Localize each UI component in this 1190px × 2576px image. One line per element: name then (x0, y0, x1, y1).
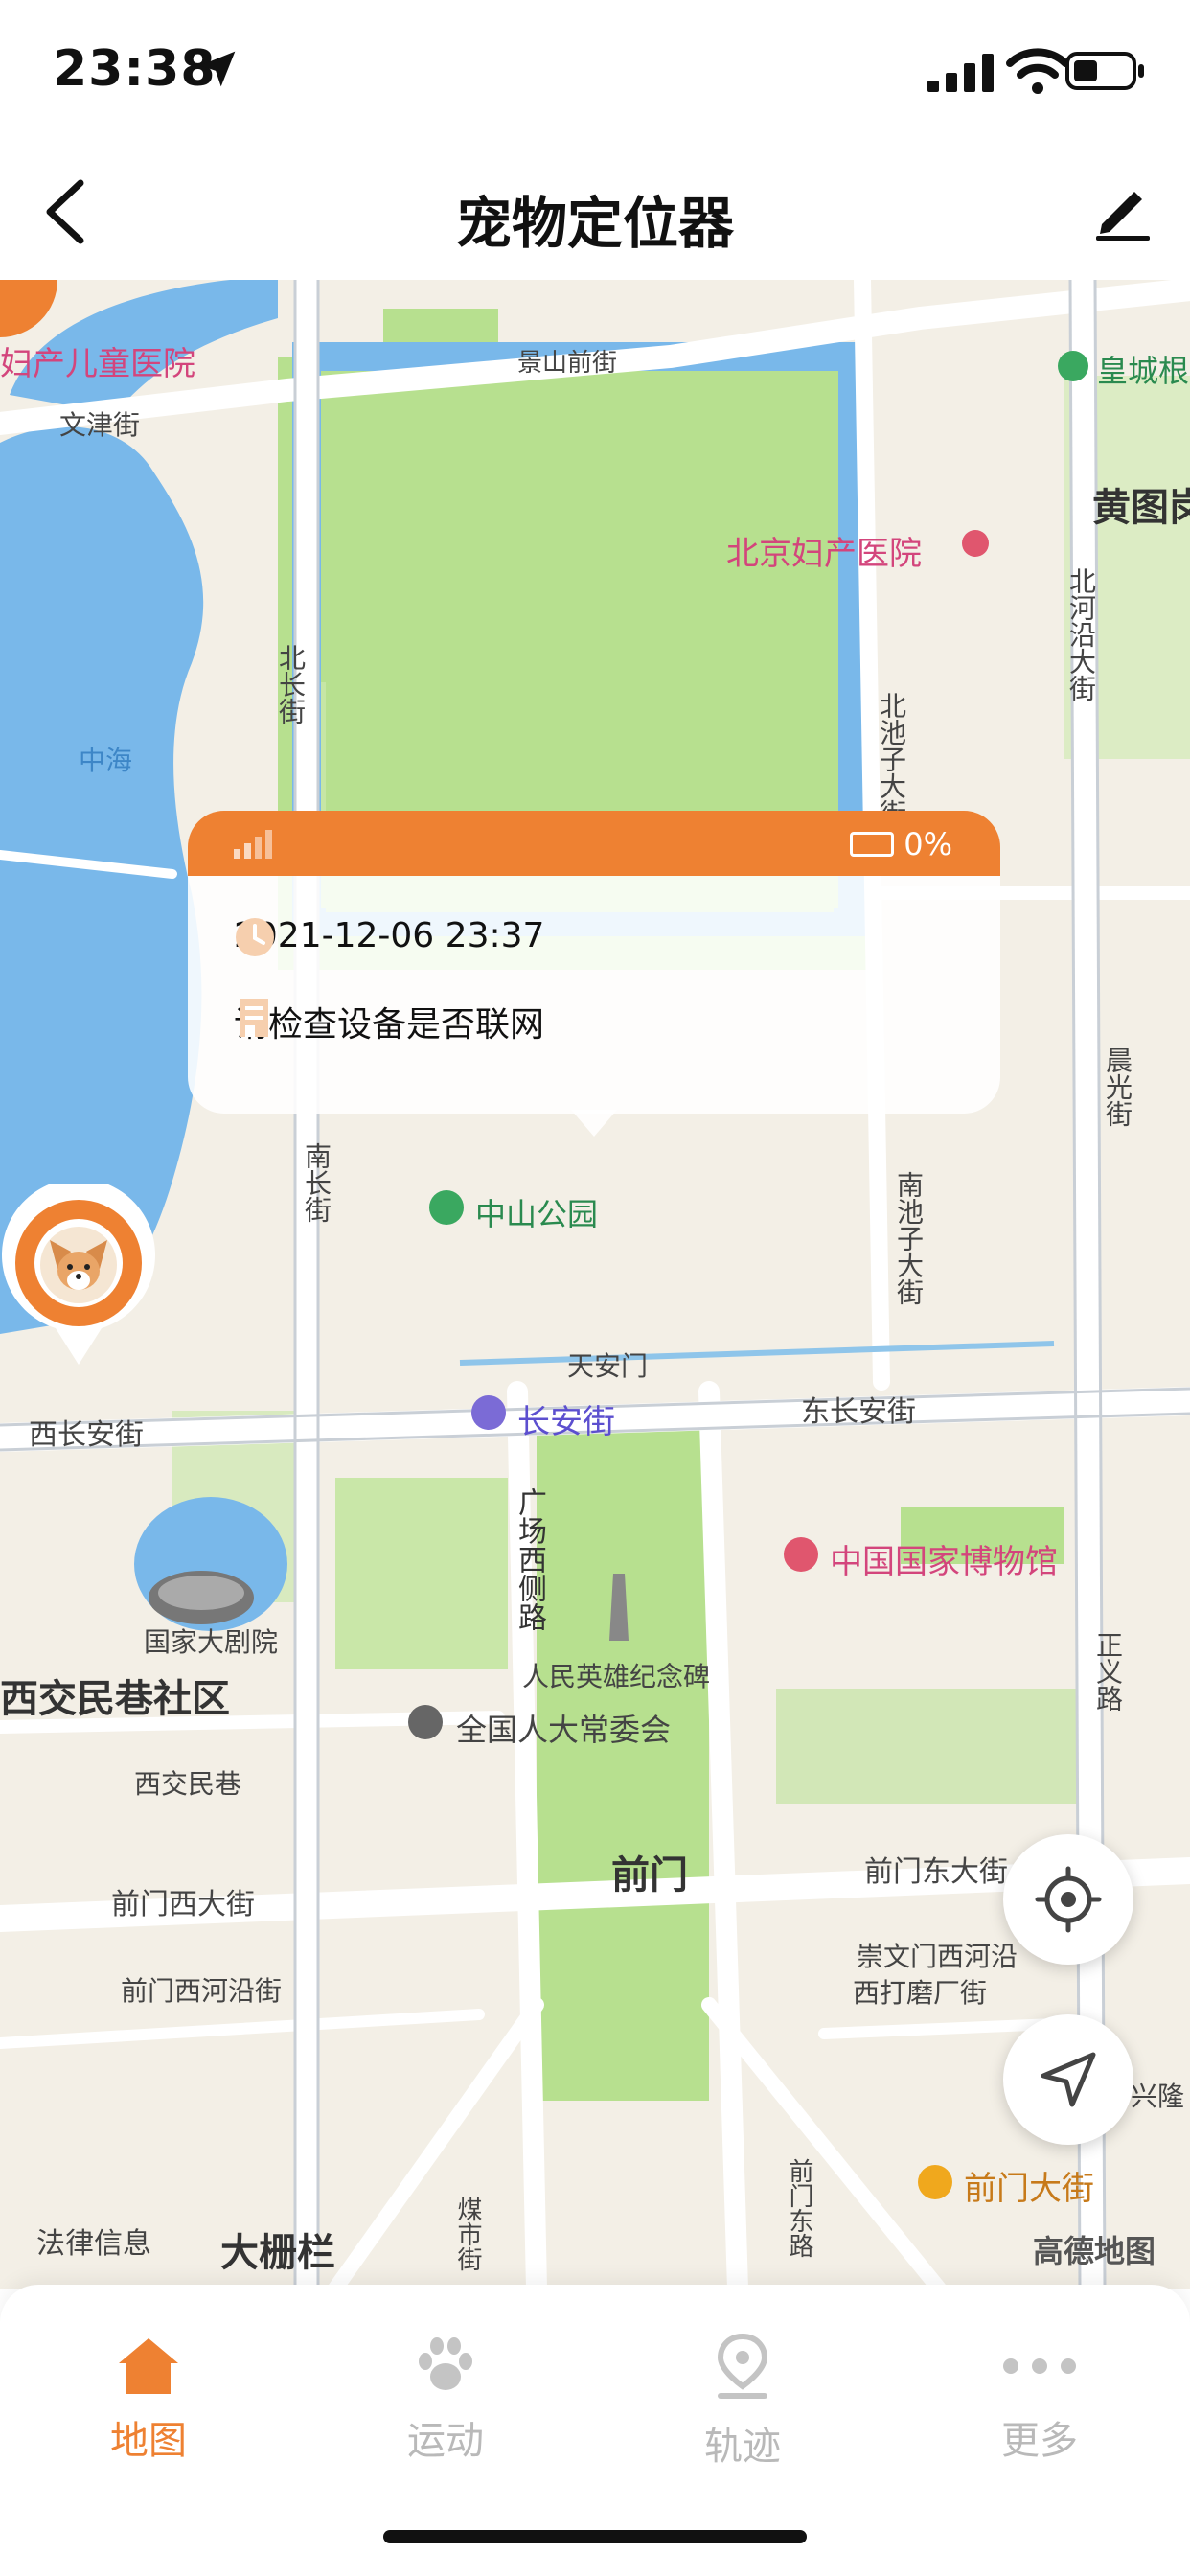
home-icon (119, 2338, 178, 2394)
map-label: 国家大剧院 (144, 1626, 279, 1658)
page-title: 宠物定位器 (455, 191, 734, 256)
map-label: 崇文门西河沿 (857, 1941, 1018, 1972)
device-status-message: 请检查设备是否联网 (234, 1005, 545, 1045)
map-label: 北京妇产医院 (726, 535, 922, 573)
signal-bars-icon (234, 830, 272, 859)
map-label: 全国人大常委会 (456, 1712, 672, 1748)
tab-activity[interactable]: 运动 (340, 2333, 551, 2465)
battery-percent: 0% (904, 826, 952, 862)
nav-bar: 宠物定位器 (0, 144, 1190, 280)
map-label: 晨光街 (1102, 1046, 1133, 1127)
cellular-signal-icon (927, 54, 994, 92)
home-indicator (383, 2530, 807, 2543)
tab-label: 更多 (1001, 2419, 1078, 2463)
clock-icon (236, 918, 274, 956)
map-label: 前门西大街 (111, 1888, 255, 1921)
tab-map[interactable]: 地图 (43, 2333, 254, 2465)
map-label: 妇产儿童医院 (0, 345, 195, 383)
tab-track[interactable]: 轨迹 (637, 2333, 848, 2471)
map-label: 北池子大街 (876, 692, 907, 826)
map-label: 景山前街 (517, 349, 618, 378)
crosshair-icon (1035, 1866, 1102, 1933)
map-view[interactable]: 妇产儿童医院 文津街 景山前街 皇城根 黄图岗 北京妇产医院 北长街 中海 北池… (0, 280, 1190, 2288)
building-icon (240, 999, 268, 1037)
device-battery-icon (850, 832, 895, 857)
battery-icon (1065, 52, 1144, 90)
map-label: 西交民巷 (134, 1768, 242, 1800)
wifi-icon (1006, 48, 1069, 94)
map-label: 南长街 (301, 1142, 332, 1223)
map-label: 前门大街 (964, 2170, 1094, 2208)
map-label: 西打磨厂街 (853, 1977, 988, 2009)
map-label: 西长安街 (29, 1418, 144, 1452)
map-label: 中山公园 (475, 1196, 599, 1232)
map-label: 天安门 (567, 1350, 649, 1382)
map-label: 西交民巷社区 (0, 1677, 230, 1721)
last-update-time: 2021-12-06 23:37 (234, 916, 545, 955)
status-row: 请检查设备是否联网 (234, 997, 544, 1046)
map-label: 正义路 (1092, 1631, 1124, 1712)
map-label: 人民英雄纪念碑 (522, 1661, 711, 1692)
popup-header: 0% (188, 811, 1000, 876)
tab-label: 地图 (110, 2419, 187, 2463)
more-dots-icon (1003, 2358, 1076, 2374)
map-label: 兴隆 (1131, 2081, 1185, 2112)
tab-label: 运动 (407, 2419, 484, 2463)
navigation-arrow-icon (1041, 2052, 1096, 2107)
map-label: 中海 (79, 745, 133, 776)
map-label: 前门东路 (785, 2158, 813, 2258)
map-label: 煤市街 (453, 2196, 482, 2271)
map-label: 广场西侧路 (513, 1487, 546, 1631)
location-arrow-icon (199, 51, 236, 87)
device-info-popup[interactable]: 0% 2021-12-06 23:37 请检查设备是否联网 (188, 811, 1000, 1137)
map-label: 大栅栏 (220, 2231, 335, 2275)
track-pin-icon (717, 2333, 768, 2399)
map-label: 前门 (611, 1853, 688, 1898)
map-label: 南池子大街 (893, 1171, 925, 1305)
popup-pointer (571, 1110, 617, 1137)
timestamp-row: 2021-12-06 23:37 (234, 916, 545, 956)
pet-location-marker[interactable] (0, 1184, 157, 1367)
map-label: 皇城根 (1097, 353, 1190, 389)
tab-label: 轨迹 (704, 2425, 781, 2469)
map-label: 法律信息 (36, 2227, 151, 2261)
map-label: 东长安街 (801, 1395, 916, 1429)
edit-pencil-icon[interactable] (1092, 180, 1154, 242)
map-label: 文津街 (59, 409, 141, 441)
status-bar: 23:38 (0, 0, 1190, 144)
map-label: 北河沿大街 (1065, 567, 1097, 702)
status-time: 23:38 (53, 40, 217, 98)
tab-more[interactable]: 更多 (934, 2333, 1145, 2465)
navigate-button[interactable] (1003, 2014, 1133, 2145)
map-label: 长安街 (517, 1403, 615, 1441)
map-label: 前门西河沿街 (121, 1975, 283, 2007)
map-label: 中国国家博物馆 (830, 1543, 1058, 1581)
map-label: 北长街 (275, 644, 307, 724)
locate-me-button[interactable] (1003, 1834, 1133, 1965)
map-label: 黄图岗 (1092, 486, 1190, 530)
map-label: 前门东大街 (864, 1855, 1008, 1889)
paw-icon (419, 2337, 472, 2390)
map-attribution: 高德地图 (1033, 2233, 1156, 2269)
popup-body: 2021-12-06 23:37 请检查设备是否联网 (188, 876, 1000, 1114)
